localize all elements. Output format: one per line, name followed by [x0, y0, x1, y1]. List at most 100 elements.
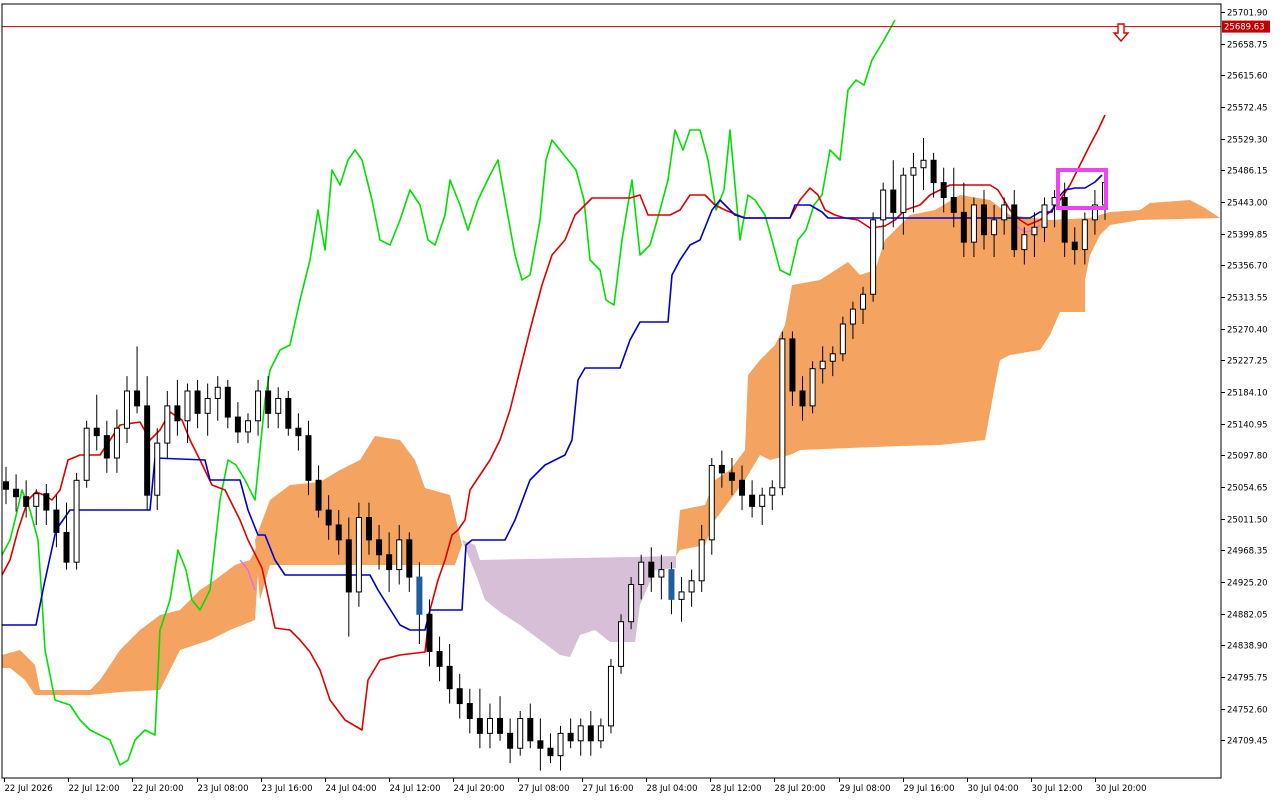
candle-body — [517, 717, 524, 749]
candle-body — [638, 561, 645, 586]
candle-body — [970, 204, 977, 243]
ichimoku-chart[interactable]: 25689.63 25701.90 25658.75 25615.60 25572.4… — [0, 0, 1280, 800]
candle-body — [265, 390, 272, 414]
candle-body — [134, 390, 141, 407]
candle-body — [809, 368, 816, 407]
candle-body — [678, 591, 685, 600]
y-tick-label: 25443.00 — [1227, 199, 1268, 209]
y-tick-label: 24925.20 — [1227, 579, 1268, 589]
candle — [628, 577, 635, 630]
y-tick-label: 25140.95 — [1227, 421, 1268, 431]
candle — [607, 658, 614, 734]
candle-body — [950, 197, 957, 213]
candle-body — [1021, 234, 1028, 251]
candle-body — [154, 442, 161, 496]
candle-body — [749, 494, 756, 507]
candle-body — [648, 561, 655, 578]
x-tick-label: 27 Jul 08:00 — [519, 784, 570, 794]
candle-body — [275, 397, 282, 414]
x-tick-label: 30 Jul 04:00 — [968, 784, 1019, 794]
candle-body — [426, 613, 433, 652]
candle-body — [718, 464, 725, 474]
y-tick-label: 24882.05 — [1227, 611, 1268, 621]
candle-body — [799, 390, 806, 407]
candle-body — [618, 621, 625, 667]
candle-body — [43, 493, 50, 511]
x-tick-label: 28 Jul 20:00 — [775, 784, 826, 794]
candle-body — [456, 688, 463, 705]
candle-body — [123, 390, 130, 429]
candle-body — [557, 732, 564, 757]
candle-body — [940, 182, 947, 199]
y-tick-label: 25054.65 — [1227, 484, 1268, 494]
x-tick-label: 24 Jul 04:00 — [326, 784, 377, 794]
candle-body — [164, 405, 171, 444]
candle-body — [960, 211, 967, 243]
y-tick-label: 25486.15 — [1227, 167, 1268, 177]
candle — [870, 212, 877, 302]
candle — [83, 420, 90, 488]
candle-body — [839, 323, 846, 355]
candle-body — [446, 665, 453, 690]
candle-body — [880, 189, 887, 221]
candle-body — [1041, 204, 1048, 228]
y-tick-label: 25615.60 — [1227, 72, 1268, 82]
x-tick-label: 24 Jul 20:00 — [454, 784, 505, 794]
y-tick-label: 24752.60 — [1227, 706, 1268, 716]
candle-body — [63, 531, 70, 563]
candle-body — [365, 517, 372, 541]
candle-body — [1081, 219, 1088, 251]
candle-body — [194, 390, 201, 414]
current-price-label: 25689.63 — [1224, 23, 1265, 33]
candle-body — [991, 219, 998, 236]
x-tick-label: 30 Jul 20:00 — [1096, 784, 1147, 794]
candle-body — [23, 496, 30, 507]
candle-body — [295, 427, 302, 437]
candle-body — [527, 717, 534, 742]
candle — [779, 331, 786, 496]
candle-body — [386, 554, 393, 571]
candle-body — [779, 338, 786, 489]
candle-body — [73, 479, 80, 563]
y-tick-label: 24968.35 — [1227, 547, 1268, 557]
candle-body — [486, 717, 493, 734]
candle-body — [1071, 241, 1078, 251]
y-tick-label: 24709.45 — [1227, 737, 1268, 747]
candle-body — [33, 493, 40, 507]
candle-body — [113, 427, 120, 459]
x-tick-label: 22 Jul 2026 — [5, 784, 53, 794]
candle-body — [597, 725, 604, 742]
candle-body — [698, 539, 705, 582]
candle-body — [3, 481, 9, 490]
candle-body — [789, 338, 796, 392]
candle-body — [174, 405, 181, 422]
x-tick-label: 28 Jul 04:00 — [647, 784, 698, 794]
candle-body — [93, 427, 100, 437]
candle-body — [708, 464, 715, 541]
candle-body — [668, 569, 675, 600]
candle-body — [345, 539, 352, 593]
y-tick-label: 25184.10 — [1227, 389, 1268, 399]
candle-body — [587, 725, 594, 742]
candle-body — [900, 174, 907, 213]
candle-body — [13, 488, 20, 498]
y-tick-label: 25572.45 — [1227, 104, 1268, 114]
candle-body — [1001, 204, 1008, 221]
candle-body — [577, 725, 584, 742]
x-tick-label: 23 Jul 16:00 — [262, 784, 313, 794]
candle-body — [920, 159, 927, 169]
candle-body — [83, 427, 90, 481]
x-tick-label: 23 Jul 08:00 — [198, 784, 249, 794]
candle-body — [739, 479, 746, 496]
candle-body — [416, 576, 423, 615]
candle-body — [214, 386, 221, 399]
candle-body — [497, 717, 504, 734]
candle — [355, 502, 362, 607]
chart-svg[interactable]: 25689.63 25701.90 25658.75 25615.60 25572.4… — [0, 0, 1280, 800]
candle-body — [406, 539, 413, 578]
candle-body — [860, 293, 867, 310]
x-tick-label: 27 Jul 16:00 — [583, 784, 634, 794]
x-tick-label: 24 Jul 12:00 — [390, 784, 441, 794]
y-tick-label: 25270.40 — [1227, 326, 1268, 336]
candle-body — [607, 665, 614, 727]
